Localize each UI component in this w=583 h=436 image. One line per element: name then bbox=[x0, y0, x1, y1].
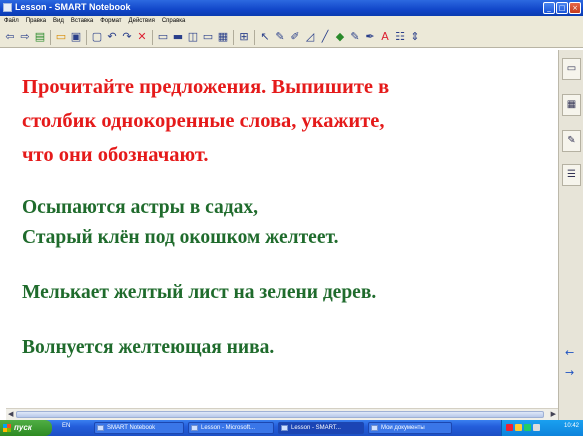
task-line-2: столбик однокоренные слова, укажите, bbox=[22, 110, 385, 132]
sentence-line-4: Волнуется желтеющая нива. bbox=[22, 337, 275, 358]
save-icon[interactable]: ▣ bbox=[69, 29, 83, 45]
paste-icon[interactable]: ▢ bbox=[90, 29, 104, 45]
language-indicator[interactable]: EN bbox=[62, 423, 70, 429]
undo-icon[interactable]: ↶ bbox=[105, 29, 119, 45]
window-controls: _ □ × bbox=[543, 2, 581, 14]
shape-icon[interactable]: ◆ bbox=[333, 29, 347, 45]
full-screen-icon[interactable]: ▬ bbox=[171, 29, 185, 45]
volume-icon[interactable] bbox=[524, 424, 531, 431]
pen-icon[interactable]: ✎ bbox=[273, 29, 287, 45]
app-icon bbox=[3, 3, 12, 12]
sentence-line-1: Осыпаются астры в садах, bbox=[22, 197, 259, 218]
back-icon[interactable]: ⇦ bbox=[3, 29, 17, 45]
redo-icon[interactable]: ↷ bbox=[120, 29, 134, 45]
screen-shade-icon[interactable]: ▭ bbox=[156, 29, 170, 45]
app-icon bbox=[281, 425, 288, 431]
sentence-line-3: Мелькает желтый лист на зелени дерев. bbox=[22, 282, 377, 303]
menu-bar: Файл Правка Вид Вставка Формат Действия … bbox=[0, 16, 583, 27]
taskbar-item-label: Lesson - Microsoft... bbox=[201, 425, 256, 431]
network-icon[interactable] bbox=[515, 424, 522, 431]
taskbar-item[interactable]: SMART Notebook bbox=[94, 422, 184, 434]
creative-pen-icon[interactable]: ✐ bbox=[288, 29, 302, 45]
select-icon[interactable]: ↖ bbox=[258, 29, 272, 45]
arrow-left-icon[interactable]: ← bbox=[565, 346, 574, 359]
taskbar-item-label: Мои документы bbox=[381, 425, 425, 431]
page-sorter-icon[interactable]: ▤ bbox=[33, 29, 47, 45]
menu-help[interactable]: Справка bbox=[162, 16, 186, 27]
capture-icon[interactable]: ▭ bbox=[201, 29, 215, 45]
gallery-tab-icon[interactable]: ▦ bbox=[562, 94, 581, 116]
scroll-thumb[interactable] bbox=[16, 411, 544, 418]
table-insert-icon[interactable]: ⊞ bbox=[237, 29, 251, 45]
page-sorter-tab-icon[interactable]: ▭ bbox=[562, 58, 581, 80]
minimize-button[interactable]: _ bbox=[543, 2, 555, 14]
line-icon[interactable]: ╱ bbox=[318, 29, 332, 45]
table-icon[interactable]: ▦ bbox=[216, 29, 230, 45]
menu-format[interactable]: Формат bbox=[100, 16, 121, 27]
properties-tab-icon[interactable]: ☰ bbox=[562, 164, 581, 186]
move-toolbar-icon[interactable]: ⇕ bbox=[408, 29, 422, 45]
scroll-left-icon[interactable]: ◀ bbox=[8, 410, 13, 418]
delete-icon[interactable]: ✕ bbox=[135, 29, 149, 45]
eraser-icon[interactable]: ◿ bbox=[303, 29, 317, 45]
taskbar-item-active[interactable]: Lesson - SMART... bbox=[278, 422, 364, 434]
dual-page-icon[interactable]: ◫ bbox=[186, 29, 200, 45]
properties-icon[interactable]: ☷ bbox=[393, 29, 407, 45]
menu-view[interactable]: Вид bbox=[53, 16, 64, 27]
taskbar-item-label: SMART Notebook bbox=[107, 425, 156, 431]
window-title: Lesson - SMART Notebook bbox=[15, 2, 131, 12]
attachments-tab-icon[interactable]: ✎ bbox=[562, 130, 581, 152]
taskbar-item-label: Lesson - SMART... bbox=[291, 425, 341, 431]
forward-icon[interactable]: ⇨ bbox=[18, 29, 32, 45]
menu-edit[interactable]: Правка bbox=[26, 16, 46, 27]
taskbar: пуск EN SMART Notebook Lesson - Microsof… bbox=[0, 420, 583, 436]
notebook-page[interactable]: Прочитайте предложения. Выпишите в столб… bbox=[6, 50, 558, 408]
smart-board-icon[interactable] bbox=[533, 424, 540, 431]
toolbar-separator bbox=[86, 29, 87, 45]
maximize-button[interactable]: □ bbox=[556, 2, 568, 14]
scroll-right-icon[interactable]: ▶ bbox=[551, 410, 556, 418]
menu-file[interactable]: Файл bbox=[4, 16, 19, 27]
taskbar-item[interactable]: Lesson - Microsoft... bbox=[188, 422, 274, 434]
open-icon[interactable]: ▭ bbox=[54, 29, 68, 45]
task-line-1: Прочитайте предложения. Выпишите в bbox=[22, 76, 390, 98]
toolbar-separator bbox=[254, 29, 255, 45]
menu-insert[interactable]: Вставка bbox=[71, 16, 93, 27]
app-icon bbox=[191, 425, 198, 431]
close-button[interactable]: × bbox=[569, 2, 581, 14]
task-line-3: что они обозначают. bbox=[22, 144, 209, 166]
clock[interactable]: 10:42 bbox=[564, 423, 579, 429]
antivirus-icon[interactable] bbox=[506, 424, 513, 431]
arrow-right-icon[interactable]: → bbox=[565, 366, 574, 379]
system-tray: 10:42 bbox=[501, 420, 583, 436]
windows-logo-icon bbox=[3, 424, 11, 432]
toolbar-separator bbox=[233, 29, 234, 45]
menu-actions[interactable]: Действия bbox=[129, 16, 155, 27]
toolbar-separator bbox=[50, 29, 51, 45]
toolbar-separator bbox=[152, 29, 153, 45]
start-button[interactable]: пуск bbox=[0, 420, 52, 436]
start-label: пуск bbox=[14, 423, 32, 432]
taskbar-item[interactable]: Мои документы bbox=[368, 422, 452, 434]
magic-pen-icon[interactable]: ✒ bbox=[363, 29, 377, 45]
fill-icon[interactable]: ✎ bbox=[348, 29, 362, 45]
folder-icon bbox=[371, 425, 378, 431]
app-icon bbox=[97, 425, 104, 431]
text-icon[interactable]: A bbox=[378, 29, 392, 45]
title-bar: Lesson - SMART Notebook _ □ × bbox=[0, 0, 583, 16]
side-panel: ▭ ▦ ✎ ☰ ← → bbox=[558, 50, 583, 420]
horizontal-scrollbar[interactable]: ◀ ▶ bbox=[6, 408, 558, 420]
toolbar: ⇦ ⇨ ▤ ▭ ▣ ▢ ↶ ↷ ✕ ▭ ▬ ◫ ▭ ▦ ⊞ ↖ ✎ ✐ ◿ ╱ … bbox=[0, 27, 583, 48]
sentence-line-2: Старый клён под окошком желтеет. bbox=[22, 227, 339, 248]
